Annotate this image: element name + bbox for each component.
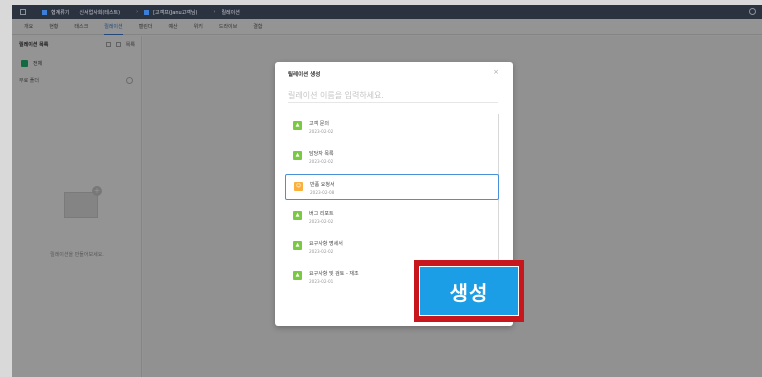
document-date: 2023-02-08 <box>310 190 335 195</box>
create-button[interactable]: 생성 <box>419 266 519 316</box>
breadcrumb-item[interactable]: [고객프(Janu고객님) <box>144 9 197 16</box>
document-name: 요구사항 명세서 <box>309 241 343 247</box>
app-grid-icon[interactable] <box>20 9 26 15</box>
document-name: 반품 요청서 <box>310 182 335 188</box>
project-icon <box>144 9 150 15</box>
doc-icon-green: ▲ <box>293 211 302 220</box>
top-navigation-bar: 협계류기 신서업사회(테스트) › [고객프(Janu고객님) › 릴레이션 <box>12 5 762 19</box>
doc-icon-green: ▲ <box>293 241 302 250</box>
chevron-right-icon: › <box>213 9 216 15</box>
list-item[interactable]: ▲ 요구사항 명세서 2023-02-02 <box>285 234 499 260</box>
document-name: 담당자 목록 <box>309 151 334 157</box>
list-item-selected[interactable]: ☺ 반품 요청서 2023-02-08 <box>285 174 499 200</box>
document-date: 2023-02-02 <box>309 249 334 254</box>
chevron-right-icon: › <box>136 9 139 15</box>
doc-icon-green: ▲ <box>293 151 302 160</box>
doc-icon-orange: ☺ <box>294 182 303 191</box>
document-date: 2023-02-02 <box>309 129 334 134</box>
folder-icon <box>42 9 47 15</box>
document-name: 고객 문의 <box>309 121 329 127</box>
dialog-title: 릴레이션 생성 <box>288 72 321 78</box>
breadcrumb-item[interactable]: 릴레이션 <box>221 9 239 16</box>
document-name: 요구사항 및 검토 - 재조 <box>309 271 359 277</box>
close-icon[interactable]: × <box>493 69 499 76</box>
doc-icon-green: ▲ <box>293 121 302 130</box>
list-item[interactable]: ▲ 담당자 목록 2023-02-02 <box>285 144 499 170</box>
document-date: 2023-02-02 <box>309 219 334 224</box>
list-item[interactable]: ▲ 버그 리포트 2023-02-02 <box>285 204 499 230</box>
doc-icon-green: ▲ <box>293 271 302 280</box>
list-item[interactable]: ▲ 고객 문의 2023-02-02 <box>285 114 499 140</box>
document-date: 2023-02-02 <box>309 159 334 164</box>
search-icon[interactable] <box>749 8 756 15</box>
document-name: 버그 리포트 <box>309 211 334 217</box>
document-date: 2023-02-01 <box>309 279 334 284</box>
breadcrumb-item[interactable]: 신서업사회(테스트) <box>79 9 120 16</box>
relation-name-input[interactable] <box>288 89 498 103</box>
breadcrumb-item[interactable]: 협계류기 <box>42 9 69 16</box>
